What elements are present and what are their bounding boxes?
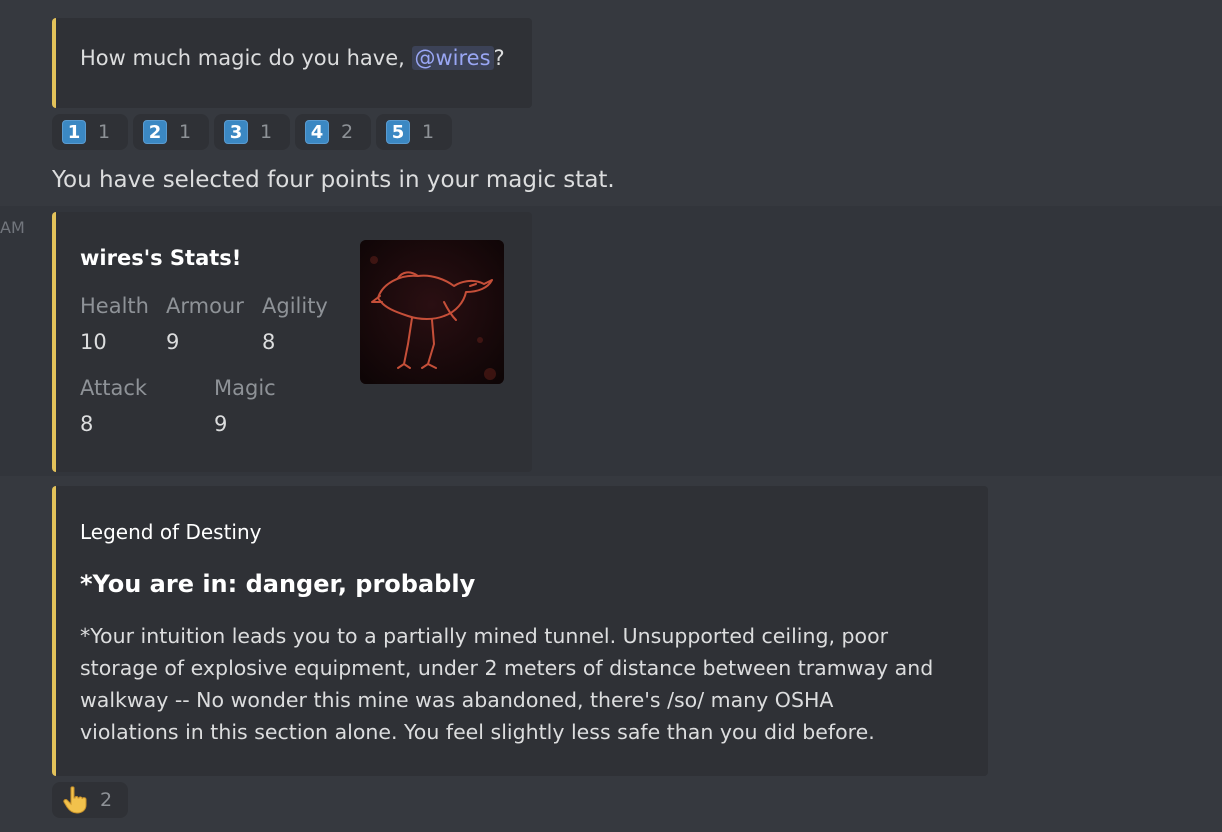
keycap-3-icon: 3 [224,120,248,144]
field-name-agility: Agility [262,294,328,318]
reaction-count: 2 [341,121,354,143]
field-value-agility: 8 [262,330,276,354]
field-name-attack: Attack [80,376,148,400]
embed-description: *Your intuition leads you to a partially… [80,620,933,748]
reaction-point-up[interactable]: 2 [52,782,128,818]
description-line: *Your intuition leads you to a partially… [80,624,889,648]
user-mention[interactable]: @wires [411,46,494,70]
description-line: walkway -- No wonder this mine was aband… [80,688,834,712]
bird-drawing-icon [360,240,504,384]
message-timestamp: AM [0,218,25,237]
reaction-3[interactable]: 3 1 [214,114,290,150]
description-line: violations in this section alone. You fe… [80,720,875,744]
field-name-magic: Magic [214,376,276,400]
story-embed: Legend of Destiny *You are in: danger, p… [52,486,988,776]
field-value-attack: 8 [80,412,94,436]
keycap-4-icon: 4 [305,120,329,144]
stats-embed: wires's Stats! Health 10 Armour 9 Agilit… [52,212,532,472]
embed-title: *You are in: danger, probably [80,570,476,598]
reaction-2[interactable]: 2 1 [133,114,209,150]
reaction-count: 1 [179,121,192,143]
reaction-count: 1 [260,121,273,143]
field-name-armour: Armour [166,294,244,318]
question-text-after: ? [493,46,505,70]
point-up-hand-icon [62,786,88,814]
keycap-1-icon: 1 [62,120,86,144]
question-text: How much magic do you have, @wires? [80,46,505,70]
description-line: storage of explosive equipment, under 2 … [80,656,934,680]
keycap-5-icon: 5 [386,120,410,144]
reaction-5[interactable]: 5 1 [376,114,452,150]
selection-message: You have selected four points in your ma… [52,167,615,193]
reaction-1[interactable]: 1 1 [52,114,128,150]
field-value-health: 10 [80,330,107,354]
reaction-count: 2 [100,789,113,811]
reaction-count: 1 [98,121,111,143]
field-name-health: Health [80,294,149,318]
reaction-4[interactable]: 4 2 [295,114,371,150]
embed-thumbnail[interactable] [360,240,504,384]
stats-embed-title: wires's Stats! [80,246,242,270]
field-value-magic: 9 [214,412,228,436]
question-text-before: How much magic do you have, [80,46,412,70]
field-value-armour: 9 [166,330,180,354]
keycap-2-icon: 2 [143,120,167,144]
question-embed: How much magic do you have, @wires? [52,18,532,108]
reaction-count: 1 [422,121,435,143]
embed-author[interactable]: Legend of Destiny [80,520,262,544]
